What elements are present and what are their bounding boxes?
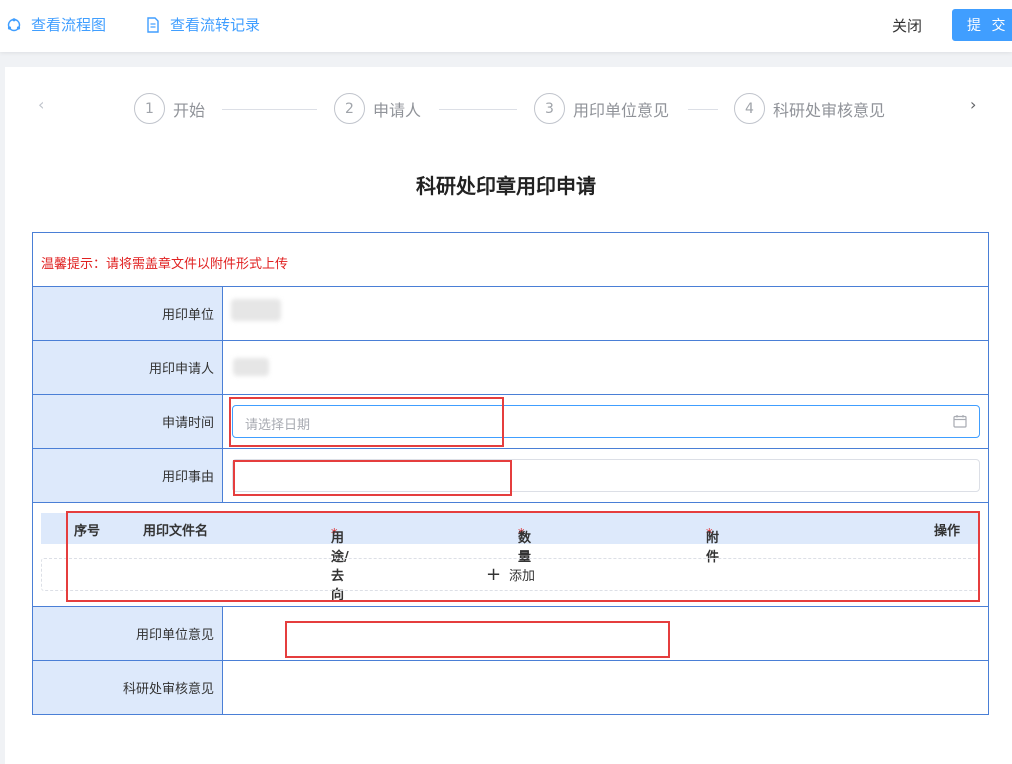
step-4-number: 4: [734, 93, 765, 124]
col-actions: 操作: [934, 524, 961, 539]
applicant-row: 用印申请人: [33, 341, 988, 395]
close-button[interactable]: 关闭: [892, 15, 922, 36]
upload-notice: 温馨提示：请将需盖章文件以附件形式上传: [41, 257, 289, 272]
step-4: 4 科研处审核意见: [734, 93, 885, 124]
col-filename: 用印文件名: [143, 524, 209, 539]
plus-icon: +: [485, 563, 502, 585]
col-index: 序号: [74, 524, 101, 539]
view-records-label: 查看流转记录: [170, 16, 261, 34]
unit-label: 用印单位: [33, 287, 223, 340]
submit-button[interactable]: 提 交: [952, 9, 1012, 41]
step-connector: [688, 109, 718, 110]
file-subtable-row: 序号 用印文件名 * 用途/去向 * 数量 * 附件 操作 + 添加: [33, 503, 988, 607]
view-records-link[interactable]: 查看流转记录: [145, 14, 260, 35]
step-3-label: 用印单位意见: [573, 100, 670, 120]
steps-prev-arrow[interactable]: ‹: [38, 95, 44, 114]
step-4-label: 科研处审核意见: [773, 100, 886, 120]
notice-row: 温馨提示：请将需盖章文件以附件形式上传: [33, 233, 988, 287]
research-opinion-row: 科研处审核意见: [33, 661, 988, 714]
steps-next-arrow[interactable]: ›: [970, 95, 976, 114]
add-row-label: 添加: [509, 569, 536, 584]
unit-opinion-row: 用印单位意见: [33, 607, 988, 661]
unit-row: 用印单位: [33, 287, 988, 341]
add-row-button[interactable]: + 添加: [41, 558, 980, 591]
step-3-number: 3: [534, 93, 565, 124]
reason-row: 用印事由: [33, 449, 988, 503]
view-flowchart-label: 查看流程图: [31, 16, 107, 34]
step-1-label: 开始: [173, 100, 206, 120]
top-toolbar: 查看流程图 查看流转记录 关闭 提 交: [0, 0, 1012, 52]
applicant-value-redacted: [233, 358, 269, 376]
reason-label: 用印事由: [33, 449, 223, 502]
calendar-icon: [953, 414, 967, 428]
step-2: 2 申请人: [334, 93, 421, 124]
step-3: 3 用印单位意见: [534, 93, 669, 124]
apply-time-datepicker[interactable]: 请选择日期: [232, 405, 980, 438]
step-2-label: 申请人: [373, 100, 422, 120]
document-icon: [145, 16, 161, 33]
unit-value-redacted: [231, 299, 281, 321]
reason-input[interactable]: [232, 459, 980, 492]
file-subtable-header: 序号 用印文件名 * 用途/去向 * 数量 * 附件 操作: [41, 513, 980, 603]
view-flowchart-link[interactable]: 查看流程图: [6, 14, 106, 35]
applicant-label: 用印申请人: [33, 341, 223, 394]
step-connector: [439, 109, 517, 110]
step-2-number: 2: [334, 93, 365, 124]
step-1-number: 1: [134, 93, 165, 124]
apply-time-label: 申请时间: [33, 395, 223, 448]
flowchart-icon: [6, 17, 22, 33]
form-title: 科研处印章用印申请: [416, 174, 596, 198]
form-grid: 温馨提示：请将需盖章文件以附件形式上传 用印单位 用印申请人 申请时间 请选择日…: [32, 232, 989, 715]
research-opinion-label: 科研处审核意见: [33, 661, 223, 714]
unit-opinion-label: 用印单位意见: [33, 607, 223, 660]
step-connector: [222, 109, 317, 110]
apply-time-placeholder: 请选择日期: [245, 418, 311, 433]
apply-time-row: 申请时间 请选择日期: [33, 395, 988, 449]
step-1: 1 开始: [134, 93, 205, 124]
